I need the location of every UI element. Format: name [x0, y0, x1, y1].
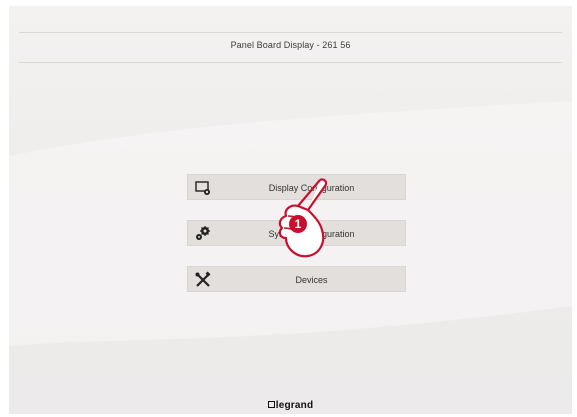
display-settings-icon [194, 179, 212, 197]
devices-label: Devices [295, 275, 328, 285]
header-divider-top [19, 32, 562, 33]
gears-icon [194, 225, 212, 243]
page-title: Panel Board Display - 261 56 [230, 40, 351, 50]
brand-logo-text: legrand [275, 400, 314, 411]
pointing-hand-icon: 1 [278, 178, 328, 258]
brand-logo: legrand [9, 400, 572, 411]
tools-icon [194, 271, 212, 289]
devices-button[interactable]: Devices [187, 266, 406, 292]
callout-number: 1 [295, 217, 302, 231]
header-divider-bottom [19, 62, 562, 63]
brand-logo-mark [267, 401, 275, 408]
